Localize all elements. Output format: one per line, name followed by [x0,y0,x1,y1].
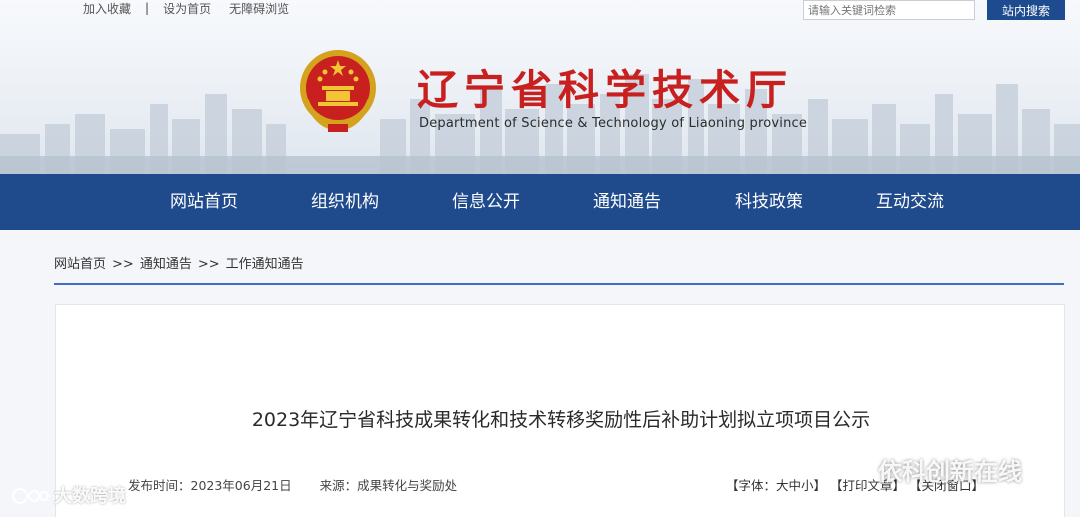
breadcrumb-separator: >> [112,257,134,272]
breadcrumb-home[interactable]: 网站首页 [54,257,106,272]
nav-item-notices[interactable]: 通知通告 [593,174,661,230]
publish-time: 发布时间：2023年06月21日 [128,478,292,493]
set-homepage-link[interactable]: 设为首页 [163,0,211,17]
article-source: 来源：成果转化与奖励处 [319,478,458,493]
breadcrumb-divider [54,283,1064,285]
weibo-logo-icon [12,488,49,504]
add-favorite-link[interactable]: 加入收藏 [83,0,131,17]
main-nav: 网站首页 组织机构 信息公开 通知通告 科技政策 互动交流 [0,174,1080,230]
breadcrumb-separator: >> [197,257,220,272]
nav-item-interaction[interactable]: 互动交流 [876,174,944,230]
watermark-right-text: 依科创新在线 [878,458,1022,486]
national-emblem-icon [300,50,376,132]
nav-item-policy[interactable]: 科技政策 [735,174,803,230]
site-subtitle: Department of Science & Technology of Li… [419,116,808,131]
search-button[interactable]: 站内搜索 [987,0,1065,20]
site-title: 辽宁省科学技术厅 [417,66,793,114]
search-input[interactable] [803,0,975,20]
nav-item-home[interactable]: 网站首页 [170,174,238,230]
accessibility-link[interactable]: 无障碍浏览 [229,0,289,17]
divider: | [145,1,150,15]
watermark-left: 大数跨境 [10,482,126,508]
breadcrumb: 网站首页 >> 通知通告 >> 工作通知通告 [54,253,304,272]
watermark-left-text: 大数跨境 [54,486,126,507]
article-meta: 发布时间：2023年06月21日 来源：成果转化与奖励处 [128,475,457,494]
breadcrumb-work-notices[interactable]: 工作通知通告 [226,257,304,272]
wechat-logo-icon [841,458,870,480]
nav-item-organization[interactable]: 组织机构 [311,174,379,230]
top-links: 加入收藏 | 设为首页 无障碍浏览 [83,0,289,16]
watermark-right: 依科创新在线 [840,452,1022,487]
article-title: 2023年辽宁省科技成果转化和技术转移奖励性后补助计划拟立项项目公示 [251,409,871,431]
breadcrumb-notices[interactable]: 通知通告 [140,257,192,272]
header-banner: 加入收藏 | 设为首页 无障碍浏览 站内搜索 辽宁省科学技术厅 Departme… [0,0,1080,174]
nav-item-info-disclosure[interactable]: 信息公开 [452,174,520,230]
font-size-control[interactable]: 【字体：大中小】 [726,478,826,493]
